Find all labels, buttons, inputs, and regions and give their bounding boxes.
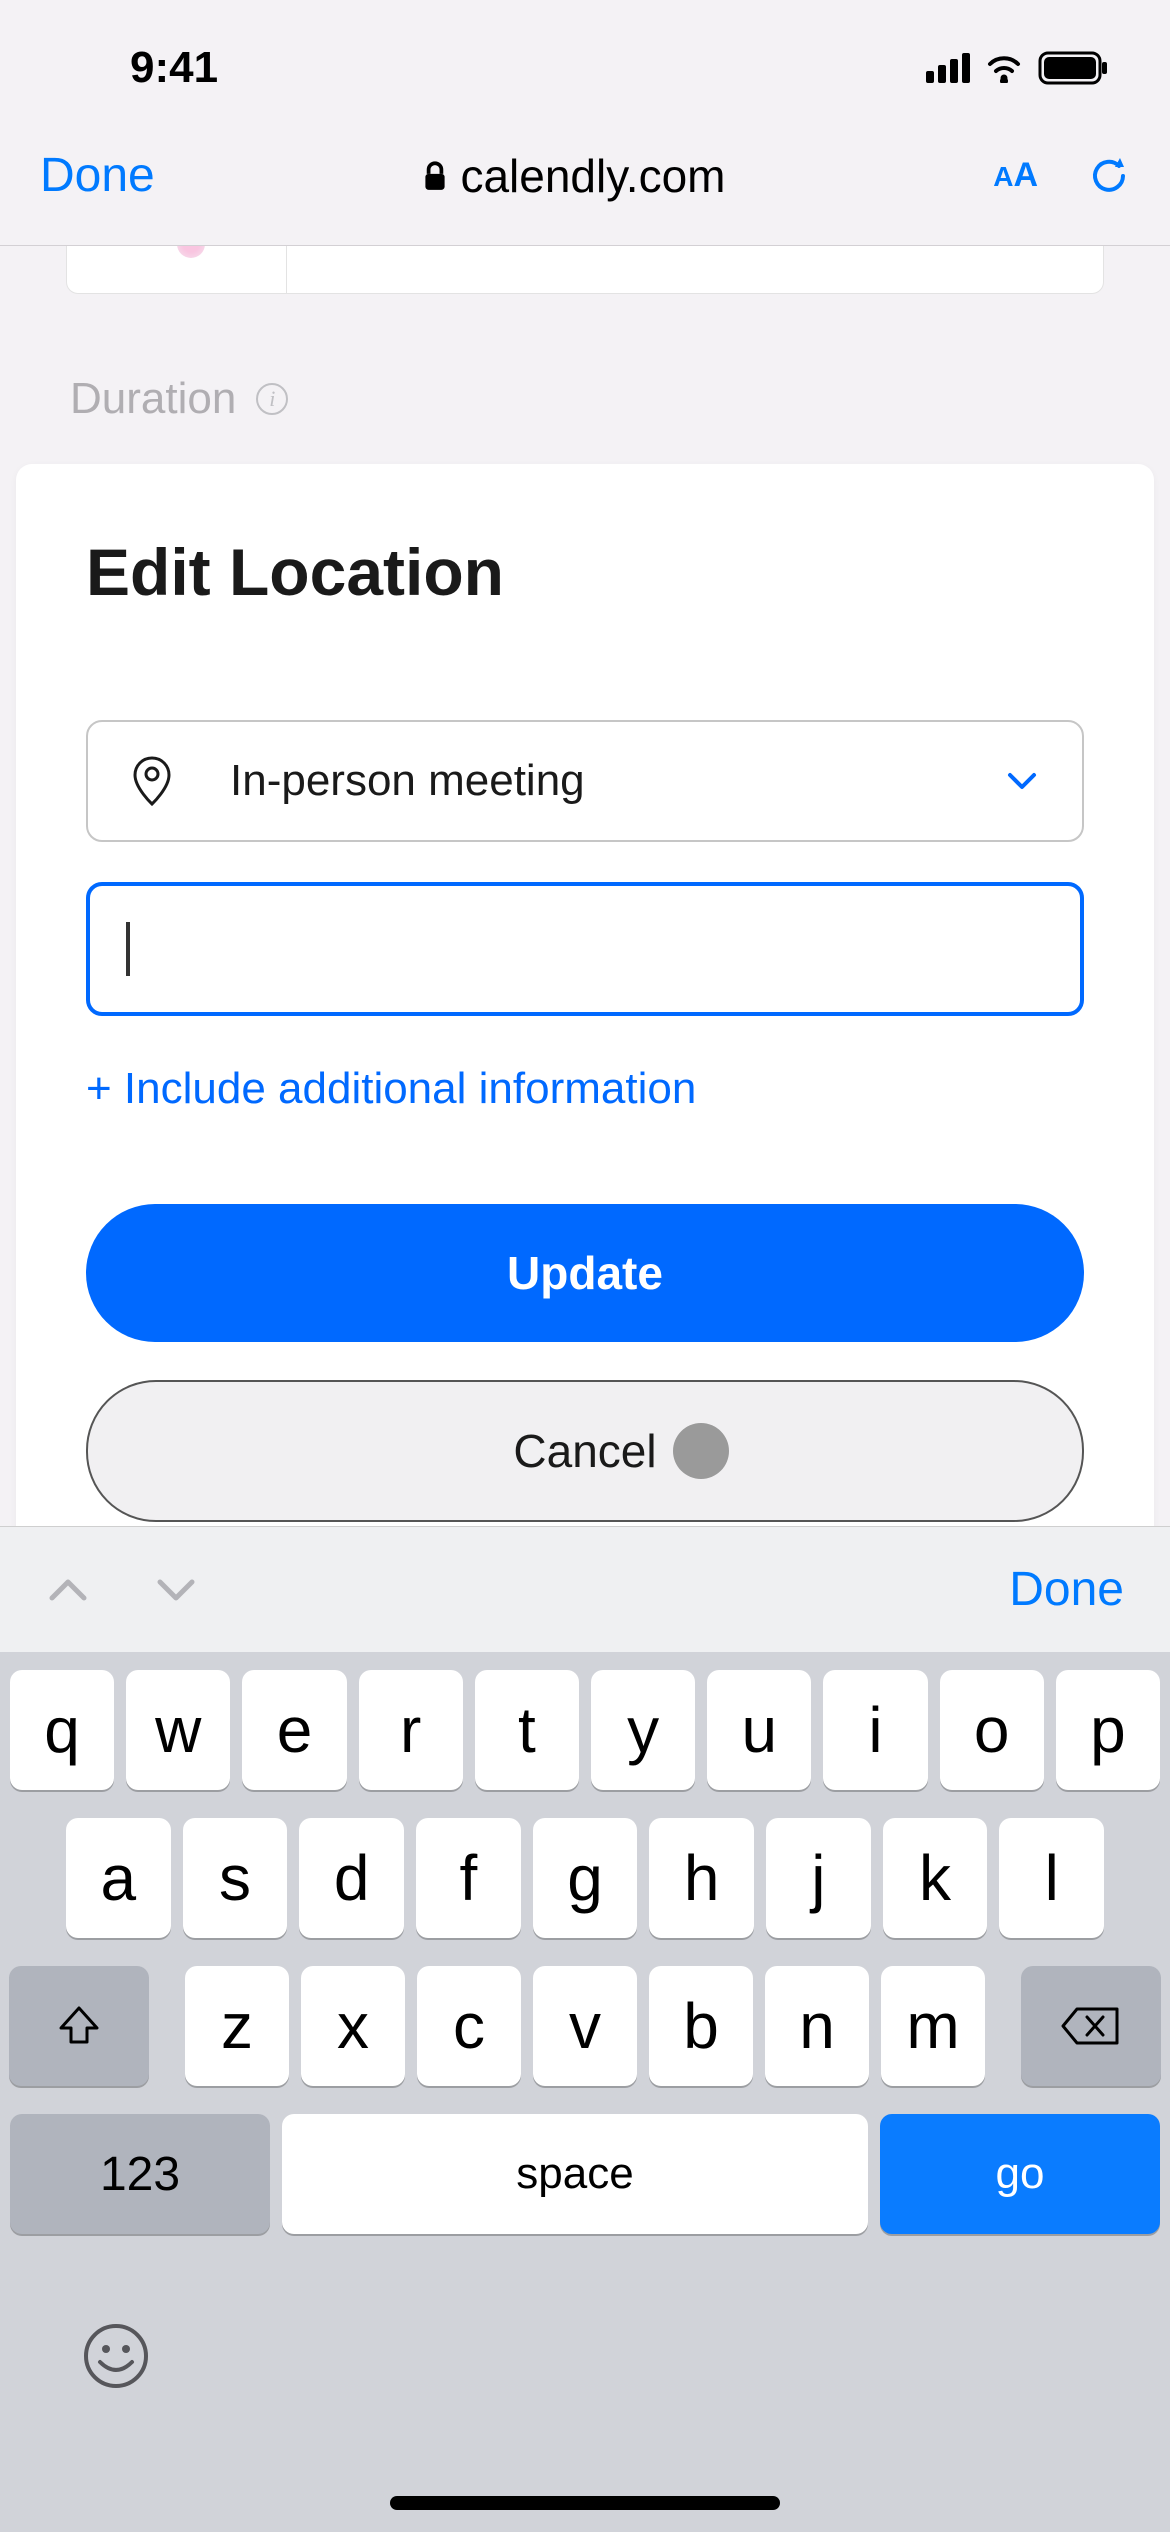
status-bar: 9:41 — [0, 0, 1170, 130]
avatar-dot — [177, 246, 205, 258]
key-o[interactable]: o — [940, 1670, 1044, 1790]
partial-card — [66, 246, 1104, 294]
location-type-dropdown[interactable]: In-person meeting — [86, 720, 1084, 842]
key-p[interactable]: p — [1056, 1670, 1160, 1790]
url-text: calendly.com — [460, 149, 725, 203]
key-j[interactable]: j — [766, 1818, 871, 1938]
key-l[interactable]: l — [999, 1818, 1104, 1938]
key-n[interactable]: n — [765, 1966, 869, 2086]
key-g[interactable]: g — [533, 1818, 638, 1938]
edit-location-modal: Edit Location In-person meeting + Includ… — [16, 464, 1154, 1582]
cursor-indicator — [673, 1423, 729, 1479]
key-a[interactable]: a — [66, 1818, 171, 1938]
key-c[interactable]: c — [417, 1966, 521, 2086]
info-icon[interactable]: i — [256, 383, 288, 415]
next-field-button[interactable] — [154, 1576, 198, 1604]
key-k[interactable]: k — [883, 1818, 988, 1938]
key-t[interactable]: t — [475, 1670, 579, 1790]
key-backspace[interactable] — [1021, 1966, 1161, 2086]
modal-title: Edit Location — [86, 534, 1084, 610]
duration-section-header: Duration i — [70, 374, 1154, 424]
url-display[interactable]: calendly.com — [422, 149, 725, 203]
key-f[interactable]: f — [416, 1818, 521, 1938]
status-icons — [926, 51, 1110, 85]
dropdown-value: In-person meeting — [230, 756, 1006, 806]
key-i[interactable]: i — [823, 1670, 927, 1790]
reload-icon[interactable] — [1088, 155, 1130, 197]
include-additional-info-link[interactable]: + Include additional information — [86, 1064, 1084, 1114]
update-button[interactable]: Update — [86, 1204, 1084, 1342]
keyboard-accessory-bar: Done — [0, 1526, 1170, 1652]
keyboard-done-button[interactable]: Done — [1009, 1562, 1124, 1617]
key-b[interactable]: b — [649, 1966, 753, 2086]
key-v[interactable]: v — [533, 1966, 637, 2086]
key-q[interactable]: q — [10, 1670, 114, 1790]
key-s[interactable]: s — [183, 1818, 288, 1938]
shift-icon — [55, 2002, 103, 2050]
browser-nav-bar: Done calendly.com AA — [0, 130, 1170, 246]
key-w[interactable]: w — [126, 1670, 230, 1790]
location-address-input[interactable] — [86, 882, 1084, 1016]
text-cursor — [126, 922, 130, 976]
text-size-button[interactable]: AA — [993, 156, 1038, 195]
cellular-signal-icon — [926, 53, 970, 83]
key-go[interactable]: go — [880, 2114, 1160, 2234]
previous-field-button[interactable] — [46, 1576, 90, 1604]
key-z[interactable]: z — [185, 1966, 289, 2086]
key-e[interactable]: e — [242, 1670, 346, 1790]
duration-label: Duration — [70, 374, 236, 424]
backspace-icon — [1061, 2005, 1121, 2047]
lock-icon — [422, 160, 448, 192]
battery-icon — [1038, 51, 1110, 85]
browser-done-button[interactable]: Done — [40, 148, 155, 203]
emoji-keyboard-button[interactable] — [82, 2322, 150, 2390]
key-u[interactable]: u — [707, 1670, 811, 1790]
status-time: 9:41 — [130, 43, 218, 93]
key-d[interactable]: d — [299, 1818, 404, 1938]
home-indicator[interactable] — [390, 2496, 780, 2510]
key-m[interactable]: m — [881, 1966, 985, 2086]
key-shift[interactable] — [9, 1966, 149, 2086]
chevron-down-icon — [1006, 771, 1038, 791]
cancel-button[interactable]: Cancel — [86, 1380, 1084, 1522]
key-x[interactable]: x — [301, 1966, 405, 2086]
pin-icon — [132, 756, 172, 806]
key-space[interactable]: space — [282, 2114, 868, 2234]
on-screen-keyboard: q w e r t y u i o p a s d f g h j k l z … — [0, 1652, 1170, 2532]
key-h[interactable]: h — [649, 1818, 754, 1938]
wifi-icon — [984, 53, 1024, 83]
key-r[interactable]: r — [359, 1670, 463, 1790]
key-y[interactable]: y — [591, 1670, 695, 1790]
key-numbers[interactable]: 123 — [10, 2114, 270, 2234]
